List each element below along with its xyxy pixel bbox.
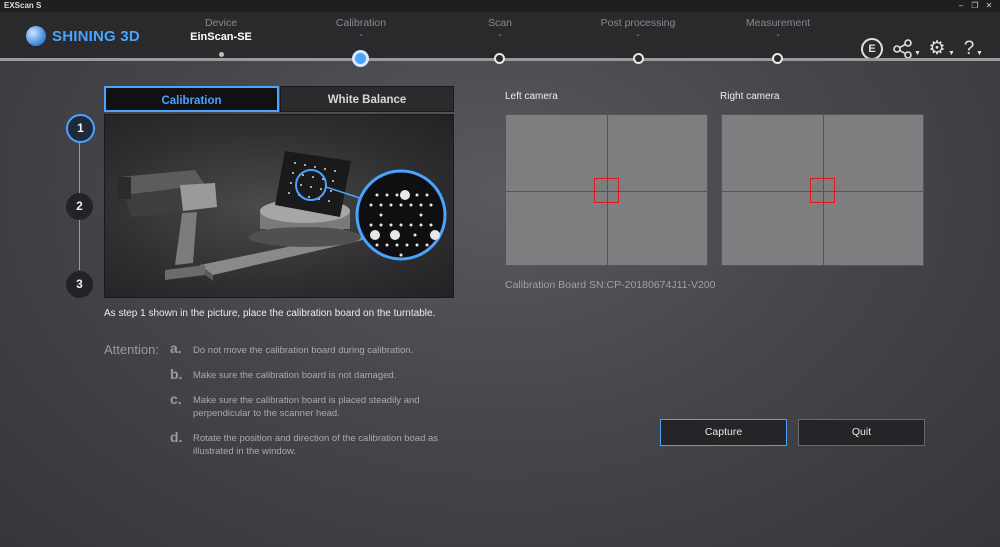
minimize-icon[interactable]: – — [954, 0, 968, 12]
attention-bullet: c. — [170, 391, 182, 407]
window-titlebar: EXScan S – ❐ ✕ — [0, 0, 1000, 12]
chevron-down-icon[interactable]: ▼ — [976, 50, 983, 57]
node-post-processing[interactable] — [633, 53, 644, 64]
step-value: - — [636, 30, 640, 41]
node-measurement[interactable] — [772, 53, 783, 64]
instruction-text: As step 1 shown in the picture, place th… — [104, 308, 436, 319]
right-camera-label: Right camera — [720, 91, 780, 102]
calibration-board-sn: Calibration Board SN:CP-20180674J11-V200 — [505, 279, 716, 291]
window-title: EXScan S — [4, 1, 42, 10]
header: SHINING 3D Device EinScan-SE Calibration… — [0, 12, 1000, 60]
calibration-step-2[interactable]: 2 — [66, 193, 93, 220]
attention-item: Rotate the position and direction of the… — [193, 433, 439, 457]
step-name: Calibration — [335, 17, 387, 29]
tab-white-balance[interactable]: White Balance — [280, 86, 454, 112]
tab-calibration[interactable]: Calibration — [104, 86, 279, 112]
step-name: Scan — [488, 17, 512, 29]
gear-icon[interactable]: ⚙ — [926, 38, 948, 60]
step-measurement[interactable]: Measurement - — [708, 17, 848, 42]
ecircle-icon[interactable]: E — [861, 38, 883, 60]
attention-label: Attention: — [104, 342, 159, 357]
device-marker — [219, 52, 224, 57]
chevron-down-icon[interactable]: ▼ — [948, 50, 955, 57]
attention-item: Make sure the calibration board is not d… — [193, 370, 397, 381]
node-calibration[interactable] — [352, 50, 369, 67]
share-icon[interactable] — [892, 38, 914, 60]
node-scan[interactable] — [494, 53, 505, 64]
attention-item: Do not move the calibration board during… — [193, 345, 414, 356]
left-camera-view — [505, 114, 708, 266]
step-post-processing[interactable]: Post processing - — [568, 17, 708, 42]
logo: SHINING 3D — [26, 26, 140, 46]
step-calibration[interactable]: Calibration - — [291, 17, 431, 42]
quit-button[interactable]: Quit — [798, 419, 925, 446]
attention-bullet: a. — [170, 340, 182, 356]
globe-icon — [26, 26, 46, 46]
close-icon[interactable]: ✕ — [982, 0, 996, 12]
step-value: - — [776, 30, 780, 41]
crosshair-box — [594, 178, 619, 203]
crosshair-box — [810, 178, 835, 203]
step-value: - — [498, 30, 502, 41]
calibration-step-1[interactable]: 1 — [66, 114, 95, 143]
step-device[interactable]: Device EinScan-SE — [151, 17, 291, 44]
restore-icon[interactable]: ❐ — [968, 0, 982, 12]
scanner-turntable-illustration — [117, 151, 447, 281]
attention-item: Make sure the calibration board is place… — [193, 395, 420, 419]
step-value: EinScan-SE — [190, 31, 252, 43]
step-name: Measurement — [745, 17, 811, 29]
step-scan[interactable]: Scan - — [430, 17, 570, 42]
capture-button[interactable]: Capture — [660, 419, 787, 446]
chevron-down-icon[interactable]: ▼ — [914, 50, 921, 57]
step-name: Device — [204, 17, 238, 29]
step-name: Post processing — [600, 17, 676, 29]
left-camera-label: Left camera — [505, 91, 558, 102]
logo-text: SHINING 3D — [52, 27, 140, 45]
step-value: - — [359, 30, 363, 41]
calibration-illustration — [104, 114, 454, 298]
calibration-step-3[interactable]: 3 — [66, 271, 93, 298]
attention-bullet: d. — [170, 429, 183, 445]
right-camera-view — [721, 114, 924, 266]
attention-bullet: b. — [170, 366, 183, 382]
